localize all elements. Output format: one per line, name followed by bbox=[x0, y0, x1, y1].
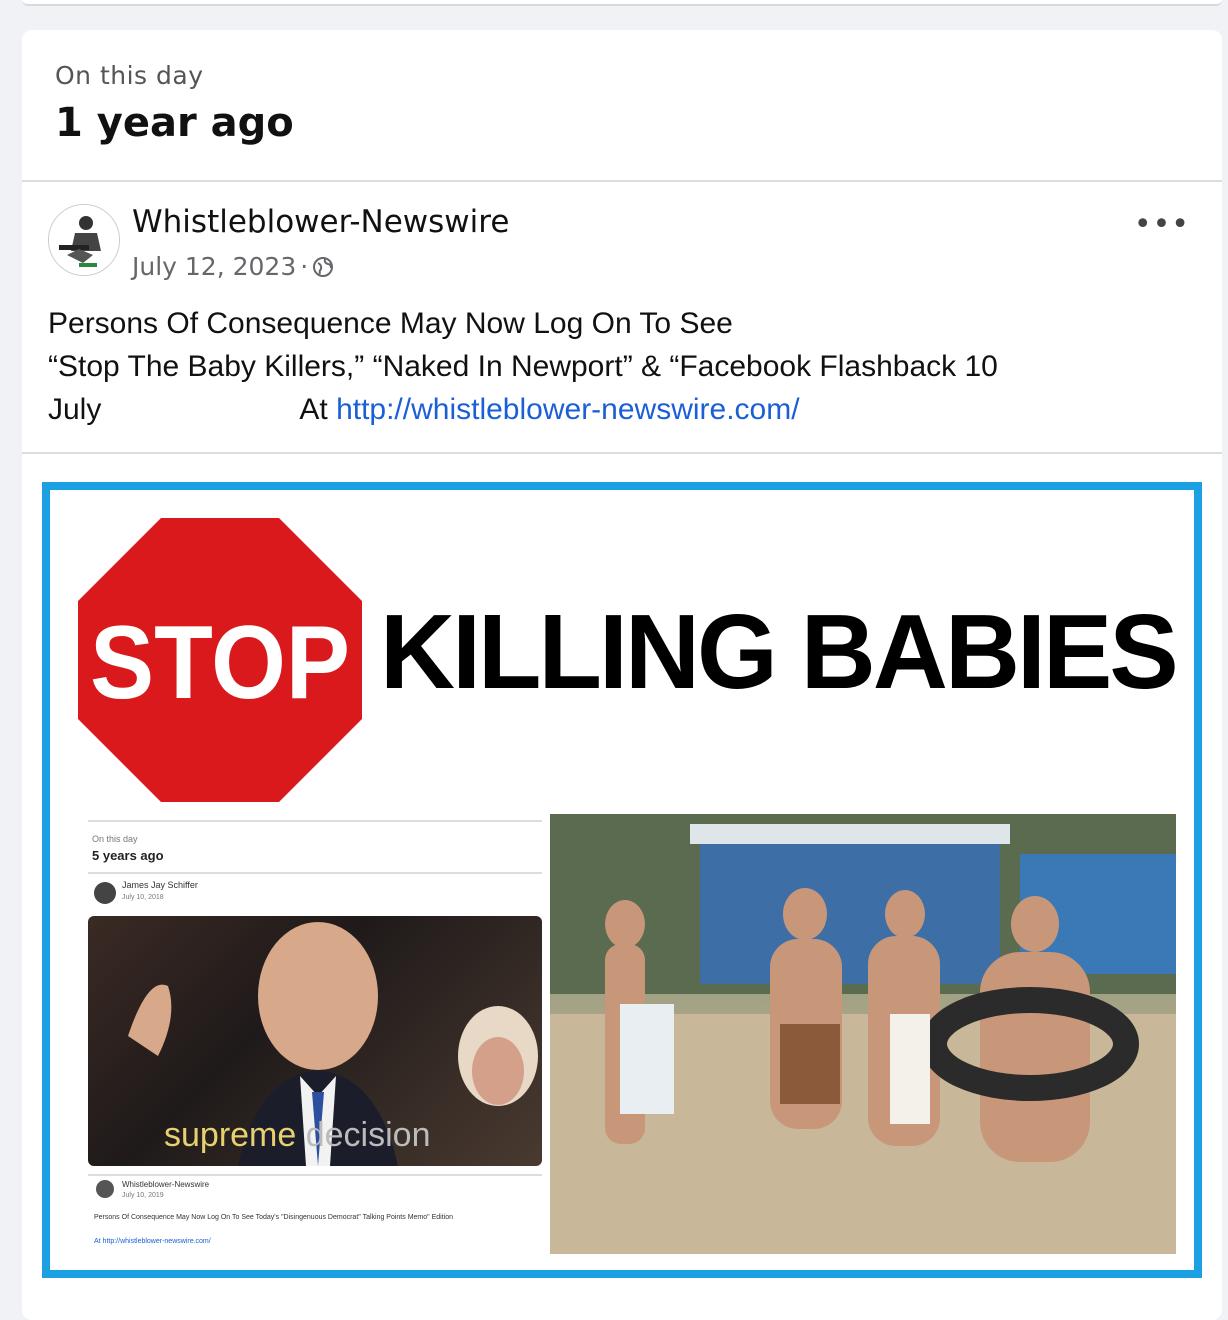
stop-sign-text: STOP bbox=[90, 605, 350, 721]
post-link[interactable]: http://whistleblower-newswire.com/ bbox=[336, 393, 800, 426]
divider bbox=[22, 452, 1222, 454]
post-text-line1: Persons Of Consequence May Now Log On To… bbox=[48, 307, 733, 340]
memory-header: On this day 1 year ago bbox=[22, 30, 1222, 182]
post-text-line3: July At http://whistleblower-newswire.com… bbox=[48, 388, 1198, 431]
meta-separator: · bbox=[300, 252, 309, 281]
inset-avatar bbox=[94, 882, 116, 904]
post-date[interactable]: July 12, 2023 bbox=[132, 252, 296, 281]
beach-photo bbox=[550, 814, 1176, 1254]
inset-caption: supreme decision bbox=[164, 1116, 430, 1155]
previous-card-edge bbox=[22, 0, 1222, 6]
inset-title: 5 years ago bbox=[92, 848, 164, 863]
post-text-at: At bbox=[299, 393, 328, 426]
inset-reshare-link: At http://whistleblower-newswire.com/ bbox=[94, 1238, 211, 1245]
caption-b: decision bbox=[305, 1116, 431, 1154]
headline: KILLING BABIES bbox=[380, 593, 1179, 711]
inset-reshare-date: July 10, 2019 bbox=[122, 1192, 164, 1199]
inset-eyebrow: On this day bbox=[92, 834, 138, 844]
more-icon[interactable]: ••• bbox=[1134, 210, 1190, 240]
inset-reshare-avatar bbox=[96, 1180, 114, 1198]
post-header: Whistleblower-Newswire July 12, 2023 · •… bbox=[22, 182, 1222, 304]
avatar-icon bbox=[49, 205, 119, 275]
memory-card: On this day 1 year ago Whistleblower-New… bbox=[22, 30, 1222, 1320]
inset-author: James Jay Schiffer bbox=[122, 880, 198, 890]
inset-reshare-author: Whistleblower-Newswire bbox=[122, 1180, 210, 1189]
post-text-line2: “Stop The Baby Killers,” “Naked In Newpo… bbox=[48, 350, 998, 383]
stop-sign: STOP bbox=[78, 518, 362, 802]
post-text-july: July bbox=[48, 393, 102, 426]
inset-photo: supreme decision bbox=[88, 916, 542, 1166]
caption-a: supreme bbox=[164, 1116, 297, 1154]
avatar[interactable] bbox=[48, 204, 120, 276]
memory-eyebrow: On this day bbox=[55, 61, 204, 90]
inset-screenshot: On this day 5 years ago James Jay Schiff… bbox=[88, 820, 542, 1260]
inset-date: July 10, 2018 bbox=[122, 894, 164, 901]
post-image[interactable]: STOP KILLING BABIES On this day 5 years … bbox=[42, 482, 1202, 1278]
inset-reshare-text: Persons Of Consequence May Now Log On To… bbox=[94, 1214, 453, 1221]
memory-title: 1 year ago bbox=[55, 100, 294, 146]
globe-icon bbox=[313, 256, 334, 277]
post-author[interactable]: Whistleblower-Newswire bbox=[132, 204, 509, 240]
post-text: Persons Of Consequence May Now Log On To… bbox=[48, 302, 1198, 431]
post-meta: July 12, 2023 · bbox=[132, 252, 334, 281]
